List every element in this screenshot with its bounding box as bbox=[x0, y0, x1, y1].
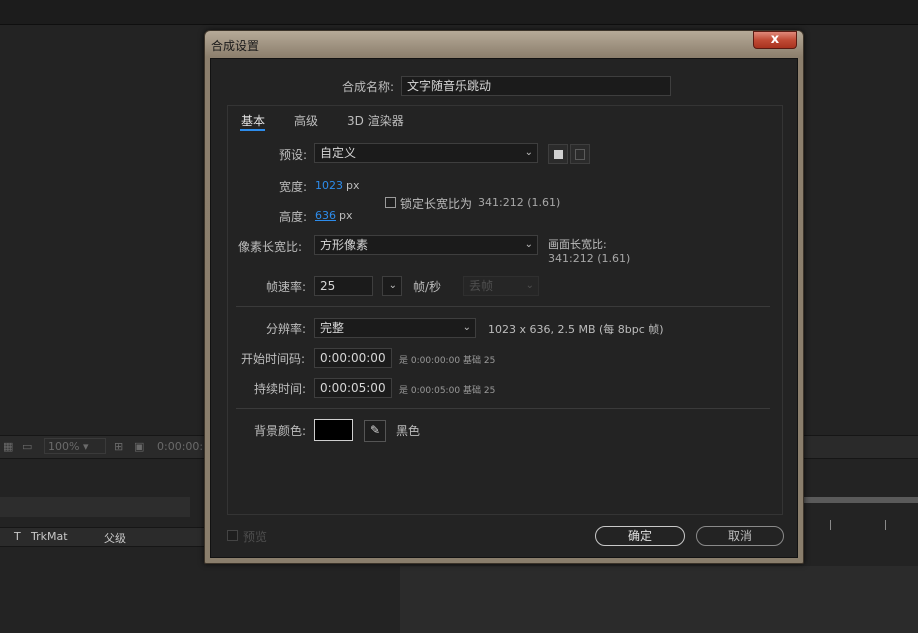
duration-input[interactable]: 0:00:05:00 bbox=[314, 378, 392, 398]
width-label: 宽度: bbox=[279, 180, 308, 194]
dialog-client-area: 合成名称: 文字随音乐跳动 基本 高级 3D 渲染器 预设: 自定义 ⌄ 宽度:… bbox=[210, 58, 798, 558]
eyedropper-button[interactable]: ✎ bbox=[364, 420, 386, 442]
duration-base: 基础 25 bbox=[463, 386, 496, 396]
preview-checkbox[interactable] bbox=[227, 530, 238, 541]
height-value[interactable]: 636 bbox=[315, 209, 336, 222]
bg-color-name: 黑色 bbox=[396, 424, 421, 438]
comp-name-input[interactable]: 文字随音乐跳动 bbox=[401, 76, 671, 96]
bg-color-label: 背景颜色: bbox=[254, 424, 307, 438]
drop-frame-value: 丢帧 bbox=[469, 279, 494, 293]
fps-label: 帧速率: bbox=[266, 280, 307, 294]
parent-column: 父级 bbox=[104, 532, 126, 545]
height-unit: px bbox=[339, 209, 353, 222]
start-timecode-base: 基础 25 bbox=[463, 356, 496, 366]
lock-aspect-label: 锁定长宽比为 bbox=[400, 197, 473, 211]
time-ruler[interactable] bbox=[804, 497, 918, 503]
lock-aspect-checkbox[interactable] bbox=[385, 197, 396, 208]
width-unit: px bbox=[346, 179, 360, 192]
chevron-down-icon: ⌄ bbox=[525, 280, 534, 291]
tab-3d-renderer[interactable]: 3D 渲染器 bbox=[347, 112, 404, 129]
pixel-aspect-value: 方形像素 bbox=[320, 238, 369, 252]
ruler-tick bbox=[885, 520, 886, 530]
trash-icon bbox=[575, 149, 585, 160]
monitor-icon[interactable]: ▭ bbox=[22, 440, 32, 453]
divider bbox=[236, 408, 770, 409]
resolution-value: 完整 bbox=[320, 321, 345, 335]
lock-aspect-value: 341:212 (1.61) bbox=[478, 196, 561, 209]
type-column: T bbox=[14, 530, 21, 543]
chevron-down-icon: ⌄ bbox=[524, 239, 533, 250]
divider bbox=[236, 306, 770, 307]
save-preset-icon bbox=[553, 150, 563, 159]
preset-label: 预设: bbox=[279, 148, 308, 162]
fps-dropdown[interactable]: ⌄ bbox=[382, 276, 402, 296]
preset-select[interactable]: 自定义 ⌄ bbox=[314, 143, 538, 163]
resolution-select[interactable]: 完整 ⌄ bbox=[314, 318, 476, 338]
chevron-down-icon: ⌄ bbox=[524, 147, 533, 158]
close-icon: x bbox=[770, 32, 780, 47]
preview-label: 预览 bbox=[243, 530, 268, 544]
frame-aspect-label: 画面长宽比: bbox=[548, 238, 607, 251]
layer-header: T TrkMat 父级 bbox=[0, 527, 204, 547]
tab-basic[interactable]: 基本 bbox=[241, 112, 265, 129]
resolution-info: 1023 x 636, 2.5 MB (每 8bpc 帧) bbox=[488, 323, 664, 336]
zoom-select[interactable]: 100% ▾ bbox=[44, 438, 106, 454]
start-timecode-label: 开始时间码: bbox=[241, 352, 306, 366]
right-panel bbox=[804, 25, 918, 435]
chevron-down-icon: ⌄ bbox=[462, 322, 471, 333]
tab-advanced[interactable]: 高级 bbox=[294, 112, 318, 129]
active-tab-indicator bbox=[240, 129, 265, 131]
bg-color-swatch[interactable] bbox=[314, 419, 353, 441]
resolution-label: 分辨率: bbox=[266, 322, 307, 336]
comp-name-label: 合成名称: bbox=[342, 80, 395, 94]
height-field: 636 px bbox=[315, 209, 353, 222]
width-value[interactable]: 1023 bbox=[315, 179, 343, 192]
close-button[interactable]: x bbox=[753, 31, 797, 49]
save-preset-button[interactable] bbox=[548, 144, 568, 164]
duration-label: 持续时间: bbox=[254, 382, 307, 396]
height-label: 高度: bbox=[279, 210, 308, 224]
settings-panel bbox=[227, 105, 783, 515]
timeline-search[interactable] bbox=[0, 497, 190, 517]
start-timecode-note: 是 0:00:00:00 bbox=[399, 356, 461, 366]
timeline-area bbox=[400, 566, 918, 633]
delete-preset-button[interactable] bbox=[570, 144, 590, 164]
grid-icon[interactable]: ▦ bbox=[3, 440, 13, 453]
ruler-tick bbox=[830, 520, 831, 530]
crosshair-icon[interactable]: ⊞ bbox=[114, 440, 123, 453]
drop-frame-select: 丢帧 ⌄ bbox=[463, 276, 539, 296]
project-panel bbox=[0, 25, 204, 435]
pixel-aspect-select[interactable]: 方形像素 ⌄ bbox=[314, 235, 538, 255]
start-timecode-input[interactable]: 0:00:00:00 bbox=[314, 348, 392, 368]
composition-settings-dialog: 合成设置 x 合成名称: 文字随音乐跳动 基本 高级 3D 渲染器 预设: 自定… bbox=[204, 30, 804, 564]
trkmat-column: TrkMat bbox=[31, 530, 68, 543]
duration-note: 是 0:00:05:00 bbox=[399, 386, 461, 396]
app-top-bar bbox=[0, 0, 918, 25]
viewer-timecode[interactable]: 0:00:00: bbox=[157, 440, 203, 453]
pixel-aspect-label: 像素长宽比: bbox=[238, 240, 303, 254]
preset-value: 自定义 bbox=[320, 146, 357, 160]
ok-button[interactable]: 确定 bbox=[595, 526, 685, 546]
cancel-button[interactable]: 取消 bbox=[696, 526, 784, 546]
fps-unit: 帧/秒 bbox=[413, 280, 442, 294]
fps-input[interactable]: 25 bbox=[314, 276, 373, 296]
eyedropper-icon: ✎ bbox=[369, 423, 381, 437]
region-icon[interactable]: ▣ bbox=[134, 440, 144, 453]
chevron-down-icon: ⌄ bbox=[388, 280, 397, 291]
frame-aspect-value: 341:212 (1.61) bbox=[548, 252, 631, 265]
dialog-title: 合成设置 bbox=[211, 39, 260, 53]
width-field: 1023 px bbox=[315, 179, 360, 192]
